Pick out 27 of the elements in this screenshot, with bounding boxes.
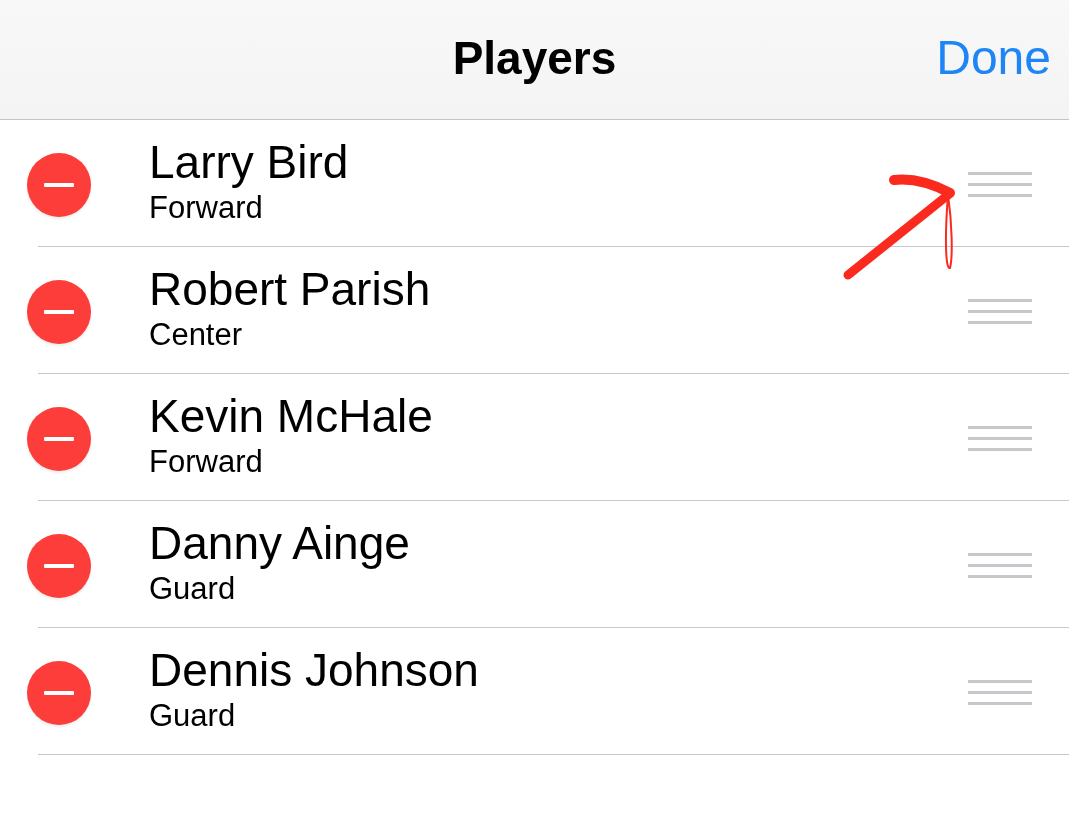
player-position: Forward [149, 189, 263, 227]
minus-icon [44, 183, 74, 187]
player-name: Kevin McHale [149, 390, 433, 443]
minus-icon [44, 564, 74, 568]
delete-button[interactable] [27, 407, 91, 471]
delete-button[interactable] [27, 153, 91, 217]
player-name: Larry Bird [149, 136, 349, 189]
minus-icon [44, 691, 74, 695]
screen-title: Players [452, 30, 617, 85]
player-position: Center [149, 316, 243, 354]
drag-handle-icon[interactable] [968, 552, 1032, 578]
done-button[interactable]: Done [936, 30, 1051, 85]
player-position: Guard [149, 570, 236, 608]
player-name: Robert Parish [149, 263, 431, 316]
player-position: Guard [149, 697, 236, 735]
drag-handle-icon[interactable] [968, 679, 1032, 705]
player-name: Danny Ainge [149, 517, 410, 570]
delete-button[interactable] [27, 661, 91, 725]
player-name: Dennis Johnson [149, 644, 479, 697]
minus-icon [44, 310, 74, 314]
player-position: Forward [149, 443, 263, 481]
drag-handle-icon[interactable] [968, 171, 1032, 197]
drag-handle-icon[interactable] [968, 298, 1032, 324]
delete-button[interactable] [27, 534, 91, 598]
delete-button[interactable] [27, 280, 91, 344]
drag-handle-icon[interactable] [968, 425, 1032, 451]
minus-icon [44, 437, 74, 441]
